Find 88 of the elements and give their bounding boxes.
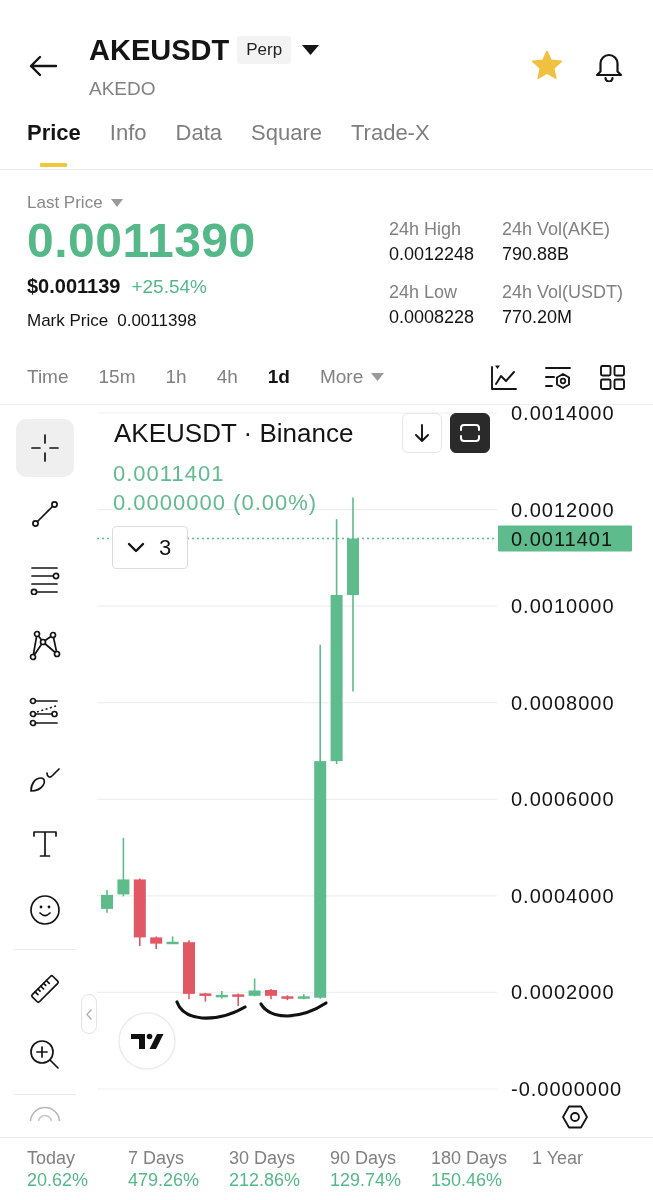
smiley-icon[interactable]	[29, 894, 61, 926]
stat-label: 24h Vol(USDT)	[502, 281, 624, 303]
candle	[101, 889, 113, 914]
candle	[265, 988, 277, 1000]
mark-price-value: 0.0011398	[117, 310, 197, 332]
down-arrow-icon[interactable]	[414, 423, 430, 443]
interval-tab[interactable]: 1h	[165, 364, 187, 390]
period-return: 212.86%	[229, 1169, 301, 1191]
tab[interactable]: Trade-X	[350, 119, 430, 167]
hand-drawn-curve	[175, 1000, 247, 1020]
logo-icon	[118, 1012, 176, 1070]
usd-price: $0.001139	[27, 274, 121, 299]
interval-tab[interactable]: Time	[27, 364, 69, 390]
tab[interactable]: Info	[109, 119, 147, 167]
fullscreen-icon[interactable]	[459, 423, 481, 443]
tab[interactable]: Data	[175, 119, 222, 167]
candle	[215, 990, 228, 1000]
hand-drawn-curve	[259, 1001, 328, 1018]
axis-label: 0.0004000	[511, 884, 615, 907]
horizontal-lines-icon[interactable]	[29, 565, 61, 595]
ruler-icon[interactable]	[29, 973, 61, 1005]
interval-tab[interactable]: 15m	[98, 364, 136, 390]
mark-price-label: Mark Price	[27, 310, 109, 332]
stat-label: 24h High	[389, 218, 462, 240]
text-icon[interactable]	[32, 829, 58, 859]
candle	[199, 992, 212, 1003]
tab[interactable]: Square	[251, 119, 322, 167]
axis-label: 0.0002000	[511, 981, 615, 1004]
period-return: 20.62%	[27, 1169, 89, 1191]
period-return: 150.46%	[431, 1169, 503, 1191]
stat-label: 24h Vol(AKE)	[502, 218, 611, 240]
period-label: 90 Days	[330, 1147, 397, 1169]
trend-line-icon[interactable]	[30, 499, 60, 529]
indicator-chart-icon[interactable]	[490, 363, 517, 391]
contract-badge: Perp	[237, 36, 292, 64]
interval-tab[interactable]: 4h	[216, 364, 238, 390]
legend-change: 0.0000000 (0.00%)	[112, 489, 318, 517]
axis-label: 0.0012000	[511, 498, 615, 521]
grid-icon[interactable]	[599, 363, 626, 391]
tab[interactable]: Price	[27, 119, 81, 167]
price-type-selector[interactable]: Last Price	[27, 191, 123, 215]
axis-label: 0.0010000	[511, 595, 615, 618]
candle	[248, 977, 261, 998]
panel-handle[interactable]	[81, 994, 97, 1034]
period-return: 479.26%	[128, 1169, 200, 1191]
fibonacci-lines-icon[interactable]	[29, 697, 61, 727]
period-label: 1 Year	[532, 1147, 584, 1169]
fullscreen-button[interactable]	[450, 413, 490, 453]
stat-value: 770.20M	[502, 306, 573, 328]
interval-tab[interactable]: 1d	[267, 364, 290, 390]
crosshair-icon[interactable]	[31, 434, 59, 462]
pair-title: AKEUSDT	[89, 33, 230, 68]
settings-icon[interactable]	[561, 1103, 589, 1131]
stat-label: 24h Low	[389, 281, 458, 303]
stat-value: 0.0012248	[389, 243, 475, 265]
stat-value: 790.88B	[502, 243, 570, 265]
period-label: 7 Days	[128, 1147, 185, 1169]
back-arrow-icon[interactable]	[28, 53, 58, 78]
download-button[interactable]	[402, 413, 442, 453]
star-icon[interactable]	[531, 49, 563, 82]
price-tag: 0.0011401	[498, 525, 632, 552]
period-return: 129.74%	[330, 1169, 402, 1191]
zoom-in-icon[interactable]	[29, 1039, 61, 1071]
more-menu[interactable]: More	[319, 364, 385, 390]
candle	[133, 877, 146, 947]
price-change: +25.54%	[131, 275, 207, 299]
candle	[166, 935, 179, 945]
candle	[183, 939, 195, 1000]
axis-label: 0.0014000	[511, 405, 615, 424]
last-price: 0.0011390	[27, 215, 256, 267]
axis-label: 0.0006000	[511, 788, 615, 811]
candle	[232, 992, 245, 1007]
caret-down-icon[interactable]	[302, 45, 320, 55]
pair-subtitle: AKEDO	[89, 77, 156, 101]
axis-label: -0.0000000	[511, 1078, 623, 1100]
period-label: Today	[27, 1147, 76, 1169]
indicator-toggle[interactable]: 3	[112, 526, 188, 569]
period-label: 180 Days	[431, 1147, 508, 1169]
candle	[150, 935, 163, 950]
chart-title: AKEUSDT · Binance	[113, 417, 354, 449]
candle	[297, 993, 310, 1000]
chevron-down-icon[interactable]	[127, 542, 145, 553]
axis-label: 0.0008000	[511, 691, 615, 714]
period-label: 30 Days	[229, 1147, 296, 1169]
legend-price: 0.0011401	[112, 460, 225, 488]
candle	[117, 837, 130, 898]
pattern-icon[interactable]	[29, 630, 61, 662]
stat-value: 0.0008228	[389, 306, 475, 328]
